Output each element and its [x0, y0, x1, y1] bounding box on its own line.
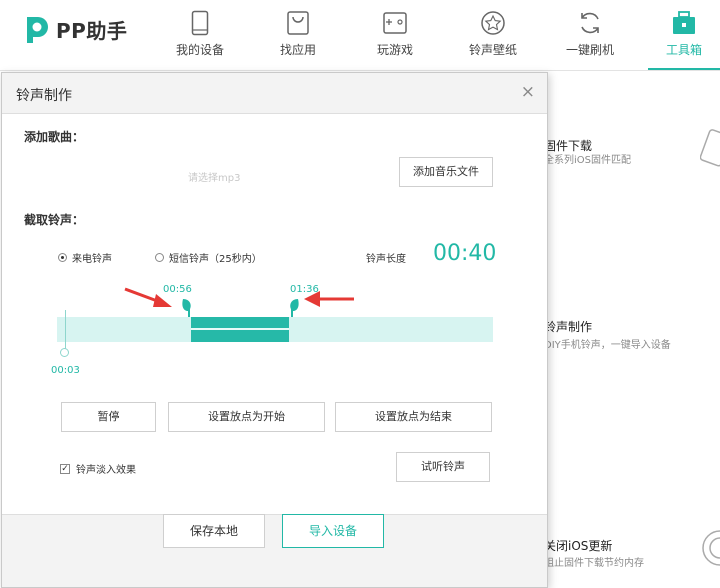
- radio-call-ringtone[interactable]: 来电铃声: [58, 250, 112, 265]
- radio-label: 来电铃声: [72, 254, 112, 265]
- settings-circle-icon: [702, 530, 720, 566]
- app-header: PP助手 我的设备 找应用 玩游戏 铃声壁纸 一键刷机 工具箱: [0, 0, 720, 71]
- add-music-file-button[interactable]: 添加音乐文件: [399, 157, 493, 187]
- preview-ringtone-button[interactable]: 试听铃声: [396, 452, 490, 482]
- toolbox-icon: [673, 11, 695, 34]
- nav-games[interactable]: 玩游戏: [355, 6, 435, 64]
- firmware-icon: [700, 129, 720, 167]
- close-icon[interactable]: ×: [521, 82, 535, 102]
- star-icon: [481, 11, 505, 35]
- dialog-body: 添加歌曲： 请选择mp3 添加音乐文件 截取铃声： 来电铃声 短信铃声（25秒内…: [2, 113, 547, 515]
- bg-card-title[interactable]: 关闭iOS更新: [544, 537, 612, 554]
- bg-card-desc: 阻止固件下载节约内存: [544, 558, 644, 569]
- nav-find-app[interactable]: 找应用: [258, 6, 338, 64]
- ringtone-maker-dialog: 铃声制作 × 添加歌曲： 请选择mp3 添加音乐文件 截取铃声： 来电铃声 短信…: [1, 72, 548, 588]
- annotation-arrow-icon: [124, 287, 172, 307]
- dialog-title: 铃声制作: [16, 88, 72, 104]
- playhead-handle[interactable]: [60, 348, 69, 357]
- app-logo-text: PP助手: [56, 18, 128, 43]
- phone-icon: [191, 10, 209, 36]
- playhead-time: 00:03: [51, 365, 80, 376]
- nav-my-device[interactable]: 我的设备: [160, 6, 240, 64]
- bg-card-title[interactable]: 铃声制作: [544, 318, 592, 335]
- nav-label: 铃声壁纸: [468, 43, 517, 57]
- length-label: 铃声长度: [366, 254, 406, 265]
- set-end-button[interactable]: 设置放点为结束: [335, 402, 492, 432]
- nav-ringtones[interactable]: 铃声壁纸: [453, 6, 533, 64]
- nav-label: 工具箱: [665, 43, 702, 57]
- radio-label: 短信铃声（25秒内）: [169, 254, 262, 265]
- nav-flash[interactable]: 一键刷机: [550, 6, 630, 64]
- checkbox-label: 铃声淡入效果: [76, 465, 136, 476]
- radio-button-icon: [155, 253, 164, 262]
- nav-label: 玩游戏: [376, 43, 413, 57]
- file-placeholder: 请选择mp3: [188, 173, 241, 184]
- checkbox-icon: ✓: [60, 463, 70, 474]
- refresh-icon: [581, 12, 599, 34]
- cut-ringtone-label: 截取铃声：: [24, 213, 85, 227]
- playhead-line[interactable]: [65, 310, 66, 350]
- annotation-arrow-icon: [304, 291, 354, 307]
- end-marker-handle[interactable]: [287, 297, 301, 317]
- nav-label: 我的设备: [175, 43, 224, 57]
- save-local-button[interactable]: 保存本地: [163, 514, 265, 548]
- import-device-button[interactable]: 导入设备: [282, 514, 384, 548]
- nav-label: 找应用: [279, 43, 316, 57]
- radio-button-icon: [58, 253, 67, 262]
- gamepad-icon: [383, 12, 407, 34]
- timeline-selection-line: [191, 328, 289, 330]
- radio-sms-ringtone[interactable]: 短信铃声（25秒内）: [155, 250, 262, 265]
- pause-button[interactable]: 暂停: [61, 402, 156, 432]
- bg-card-desc: DIY手机铃声，一键导入设备: [544, 340, 671, 351]
- app-logo: PP助手: [22, 14, 127, 44]
- add-song-label: 添加歌曲：: [24, 130, 85, 144]
- nav-label: 一键刷机: [565, 43, 614, 57]
- fade-in-checkbox[interactable]: ✓ 铃声淡入效果: [60, 461, 136, 476]
- bag-icon: [287, 11, 309, 35]
- start-marker-handle[interactable]: [180, 297, 194, 317]
- set-start-button[interactable]: 设置放点为开始: [168, 402, 325, 432]
- bg-card-desc: 全系列iOS固件匹配: [544, 155, 631, 166]
- pp-logo-icon: [27, 17, 48, 43]
- length-value: 00:40: [433, 241, 497, 266]
- nav-toolbox[interactable]: 工具箱: [648, 6, 720, 70]
